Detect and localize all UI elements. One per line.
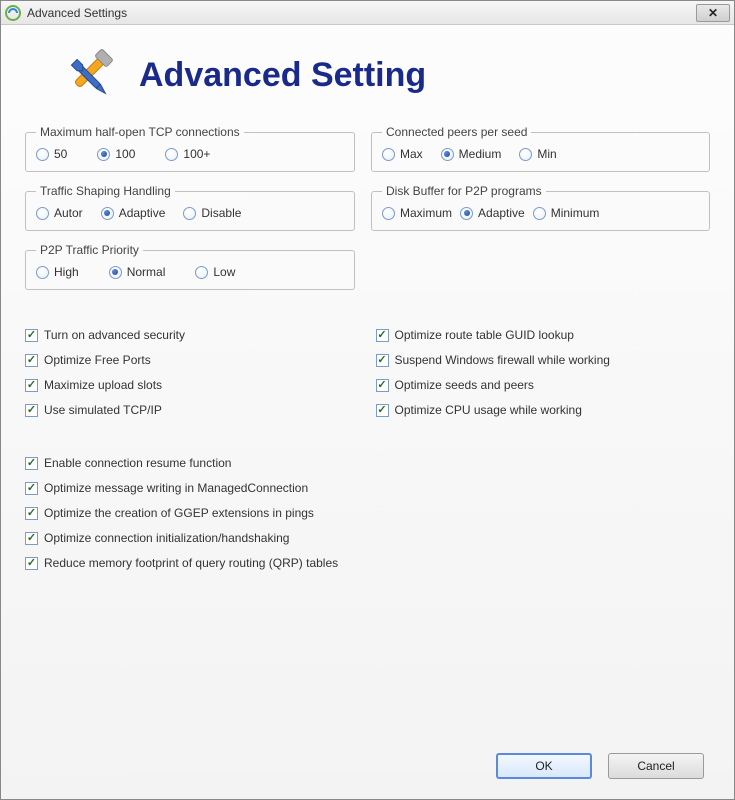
check-list: Enable connection resume function Optimi… — [25, 456, 710, 570]
check-connection-resume[interactable]: Enable connection resume function — [25, 456, 710, 470]
checkbox-icon — [25, 482, 38, 495]
radio-icon — [441, 148, 454, 161]
check-message-writing[interactable]: Optimize message writing in ManagedConne… — [25, 481, 710, 495]
radio-tcp-100plus[interactable]: 100+ — [165, 147, 210, 161]
group-traffic: Traffic Shaping Handling Autor Adaptive … — [25, 184, 355, 231]
window-title: Advanced Settings — [27, 6, 696, 20]
radio-icon — [519, 148, 532, 161]
radio-icon — [101, 207, 114, 220]
button-row: OK Cancel — [496, 753, 704, 779]
checkbox-icon — [376, 379, 389, 392]
radio-tcp-50[interactable]: 50 — [36, 147, 67, 161]
radio-icon — [382, 207, 395, 220]
radio-peers-medium[interactable]: Medium — [441, 147, 502, 161]
radio-disk-maximum[interactable]: Maximum — [382, 206, 452, 220]
group-tcp-legend: Maximum half-open TCP connections — [36, 125, 244, 139]
radio-icon — [460, 207, 473, 220]
checkbox-icon — [25, 329, 38, 342]
checkbox-icon — [25, 354, 38, 367]
radio-disk-minimum[interactable]: Minimum — [533, 206, 600, 220]
close-icon: ✕ — [708, 6, 718, 20]
row-3: P2P Traffic Priority High Normal Low — [25, 243, 710, 290]
radio-icon — [109, 266, 122, 279]
checkbox-icon — [25, 379, 38, 392]
check-cpu-usage[interactable]: Optimize CPU usage while working — [376, 403, 711, 417]
radio-traffic-adaptive[interactable]: Adaptive — [101, 206, 166, 220]
group-tcp: Maximum half-open TCP connections 50 100… — [25, 125, 355, 172]
check-simulated-tcpip[interactable]: Use simulated TCP/IP — [25, 403, 360, 417]
radio-peers-max[interactable]: Max — [382, 147, 423, 161]
app-icon — [5, 5, 21, 21]
radio-tcp-100[interactable]: 100 — [97, 147, 135, 161]
radio-icon — [382, 148, 395, 161]
check-connection-init[interactable]: Optimize connection initialization/hands… — [25, 531, 710, 545]
check-advanced-security[interactable]: Turn on advanced security — [25, 328, 360, 342]
check-ggep-extensions[interactable]: Optimize the creation of GGEP extensions… — [25, 506, 710, 520]
radio-icon — [36, 207, 49, 220]
window: Advanced Settings ✕ Advan — [0, 0, 735, 800]
radio-priority-high[interactable]: High — [36, 265, 79, 279]
page-header: Advanced Setting — [55, 43, 710, 107]
radio-priority-low[interactable]: Low — [195, 265, 235, 279]
radio-icon — [183, 207, 196, 220]
radio-priority-normal[interactable]: Normal — [109, 265, 166, 279]
group-peers-legend: Connected peers per seed — [382, 125, 531, 139]
checkbox-icon — [376, 329, 389, 342]
content-area: Advanced Setting Maximum half-open TCP c… — [1, 25, 734, 799]
radio-icon — [195, 266, 208, 279]
radio-disk-adaptive[interactable]: Adaptive — [460, 206, 525, 220]
group-priority: P2P Traffic Priority High Normal Low — [25, 243, 355, 290]
radio-icon — [97, 148, 110, 161]
checkbox-icon — [376, 354, 389, 367]
checkbox-icon — [25, 457, 38, 470]
checkbox-icon — [25, 507, 38, 520]
row-1: Maximum half-open TCP connections 50 100… — [25, 125, 710, 172]
checkbox-icon — [25, 557, 38, 570]
titlebar: Advanced Settings ✕ — [1, 1, 734, 25]
checkbox-icon — [25, 404, 38, 417]
check-col-right: Optimize route table GUID lookup Suspend… — [376, 328, 711, 428]
cancel-button[interactable]: Cancel — [608, 753, 704, 779]
ok-button[interactable]: OK — [496, 753, 592, 779]
check-col-left: Turn on advanced security Optimize Free … — [25, 328, 360, 428]
check-free-ports[interactable]: Optimize Free Ports — [25, 353, 360, 367]
row-2: Traffic Shaping Handling Autor Adaptive … — [25, 184, 710, 231]
radio-icon — [36, 266, 49, 279]
group-disk: Disk Buffer for P2P programs Maximum Ada… — [371, 184, 710, 231]
radio-peers-min[interactable]: Min — [519, 147, 556, 161]
check-memory-footprint[interactable]: Reduce memory footprint of query routing… — [25, 556, 710, 570]
group-disk-legend: Disk Buffer for P2P programs — [382, 184, 546, 198]
page-title: Advanced Setting — [139, 56, 426, 95]
tools-icon — [55, 43, 119, 107]
check-seeds-peers[interactable]: Optimize seeds and peers — [376, 378, 711, 392]
group-traffic-legend: Traffic Shaping Handling — [36, 184, 175, 198]
radio-traffic-autor[interactable]: Autor — [36, 206, 83, 220]
close-button[interactable]: ✕ — [696, 4, 730, 22]
check-route-table[interactable]: Optimize route table GUID lookup — [376, 328, 711, 342]
group-priority-legend: P2P Traffic Priority — [36, 243, 143, 257]
checkbox-icon — [376, 404, 389, 417]
group-peers: Connected peers per seed Max Medium Min — [371, 125, 710, 172]
radio-icon — [533, 207, 546, 220]
check-columns: Turn on advanced security Optimize Free … — [25, 328, 710, 428]
check-suspend-firewall[interactable]: Suspend Windows firewall while working — [376, 353, 711, 367]
check-upload-slots[interactable]: Maximize upload slots — [25, 378, 360, 392]
radio-traffic-disable[interactable]: Disable — [183, 206, 241, 220]
radio-icon — [36, 148, 49, 161]
checkbox-icon — [25, 532, 38, 545]
radio-icon — [165, 148, 178, 161]
